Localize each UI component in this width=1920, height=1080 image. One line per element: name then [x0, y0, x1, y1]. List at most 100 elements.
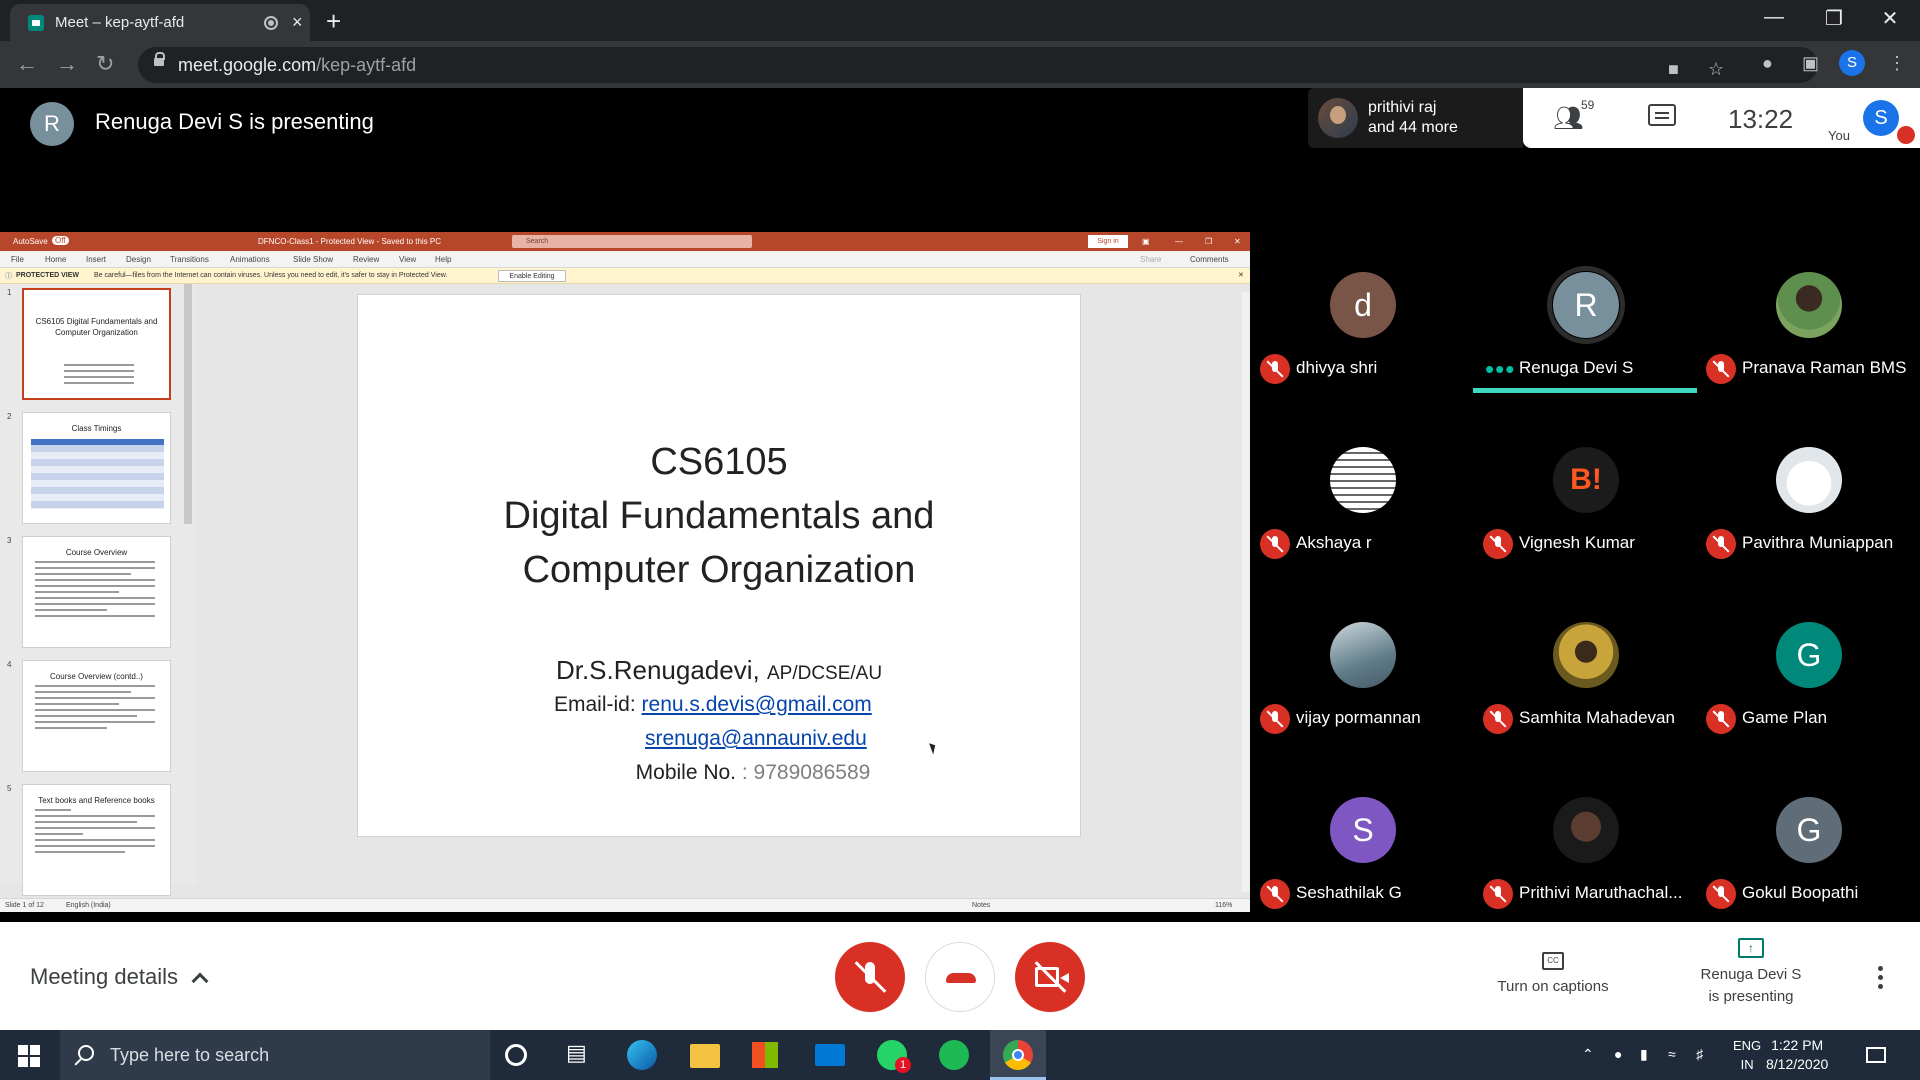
slide-thumbnail[interactable]: Text books and Reference books	[22, 784, 171, 896]
ppt-tab-home[interactable]: Home	[45, 255, 66, 264]
notes-button[interactable]: Notes	[972, 902, 990, 909]
back-icon[interactable]: ←	[16, 51, 38, 77]
ppt-tab-transitions[interactable]: Transitions	[170, 255, 209, 264]
tray-chevron-icon[interactable]: ⌃	[1582, 1046, 1594, 1063]
url-input[interactable]: meet.google.com/kep-aytf-afd ■ ☆	[138, 47, 1818, 83]
new-tab-button[interactable]: +	[326, 6, 341, 37]
mic-off-icon	[1706, 879, 1736, 909]
spotify-icon[interactable]	[939, 1040, 969, 1070]
participant-tile[interactable]: B! Vignesh Kumar	[1473, 397, 1697, 572]
ppt-sign-in-button[interactable]: Sign in	[1088, 235, 1128, 248]
ppt-tab-help[interactable]: Help	[435, 255, 451, 264]
more-options-icon[interactable]: •••	[1485, 354, 1515, 385]
ppt-tab-insert[interactable]: Insert	[86, 255, 106, 264]
ppt-comments-button[interactable]: Comments	[1190, 255, 1229, 264]
zoom-level[interactable]: 116%	[1215, 902, 1232, 909]
taskbar-search-input[interactable]: Type here to search	[60, 1030, 490, 1080]
system-clock[interactable]: 1:22 PM 8/12/2020	[1766, 1036, 1828, 1074]
cortana-icon[interactable]	[505, 1044, 527, 1066]
ppt-tab-animations[interactable]: Animations	[230, 255, 270, 264]
participant-name: Pavithra Muniappan	[1742, 533, 1894, 552]
slide-thumbnail[interactable]: Course Overview (contd..)	[22, 660, 171, 772]
browser-tab[interactable]: Meet – kep-aytf-afd ×	[10, 4, 310, 41]
participant-tile[interactable]: vijay pormannan	[1250, 572, 1474, 747]
more-options-icon[interactable]	[1878, 966, 1884, 993]
puzzle-icon[interactable]: ▣	[1802, 53, 1819, 74]
slide-thumbnail[interactable]: Class Timings	[22, 412, 171, 524]
mic-toggle-button[interactable]	[835, 942, 905, 1012]
ppt-close-icon[interactable]: ✕	[1234, 237, 1241, 246]
self-avatar[interactable]: S	[1863, 100, 1899, 136]
participant-tile[interactable]: G Gokul Boopathi	[1696, 747, 1920, 922]
profile-avatar[interactable]: S	[1839, 50, 1865, 76]
extension-icon[interactable]: ●	[1762, 53, 1773, 74]
participant-avatar	[1330, 447, 1396, 513]
mail-icon[interactable]	[815, 1044, 845, 1066]
ppt-search-input[interactable]: Search	[512, 235, 752, 248]
participant-tile[interactable]: G Game Plan	[1696, 572, 1920, 747]
file-explorer-icon[interactable]	[690, 1044, 720, 1068]
forward-icon[interactable]: →	[56, 51, 78, 77]
presentation-button[interactable]: ↑ Renuga Devi S is presenting	[1661, 938, 1841, 1008]
email-link[interactable]: srenuga@annauniv.edu	[645, 727, 867, 750]
tab-close-icon[interactable]: ×	[292, 12, 303, 33]
email-link[interactable]: renu.s.devis@gmail.com	[642, 693, 872, 716]
ppt-minimize-icon[interactable]: —	[1175, 237, 1183, 246]
thumb-text-lines	[35, 561, 155, 621]
ppt-tab-review[interactable]: Review	[353, 255, 379, 264]
bookmark-star-icon[interactable]: ☆	[1708, 59, 1724, 80]
participant-tile[interactable]: d dhivya shri	[1250, 222, 1474, 397]
window-close-icon[interactable]: ✕	[1870, 6, 1910, 31]
reload-icon[interactable]: ↻	[96, 51, 114, 77]
participant-tile[interactable]: Prithivi Maruthachal...	[1473, 747, 1697, 922]
captions-button[interactable]: CC Turn on captions	[1463, 952, 1643, 995]
protected-close-icon[interactable]: ✕	[1238, 271, 1244, 279]
participant-tile[interactable]: Pavithra Muniappan	[1696, 397, 1920, 572]
leave-call-button[interactable]	[925, 942, 995, 1012]
participant-tile[interactable]: R ••• Renuga Devi S	[1473, 222, 1697, 397]
task-view-icon[interactable]: ▤	[566, 1040, 596, 1070]
wifi-icon[interactable]: ≈	[1668, 1046, 1676, 1062]
camera-toggle-button[interactable]	[1015, 942, 1085, 1012]
store-icon[interactable]	[752, 1042, 778, 1068]
chat-icon[interactable]	[1648, 104, 1676, 126]
notifications-icon[interactable]	[1866, 1047, 1886, 1063]
battery-icon[interactable]: ▮	[1640, 1046, 1648, 1063]
ppt-tab-design[interactable]: Design	[126, 255, 151, 264]
ppt-restore-icon[interactable]: ❐	[1205, 237, 1212, 246]
slide-thumbnail[interactable]: CS6105 Digital Fundamentals and Computer…	[22, 288, 171, 400]
meeting-details-button[interactable]: Meeting details	[30, 964, 209, 990]
meet-favicon-icon	[28, 15, 44, 31]
chrome-taskbar-button[interactable]	[990, 1030, 1046, 1080]
windows-start-icon[interactable]	[18, 1045, 40, 1067]
present-screen-icon: ↑	[1738, 938, 1764, 958]
restore-icon[interactable]: ❐	[1814, 6, 1854, 31]
people-button[interactable]: 👥︎ 59	[1553, 98, 1594, 133]
enable-editing-button[interactable]: Enable Editing	[498, 270, 566, 282]
participant-tile[interactable]: Pranava Raman BMS	[1696, 222, 1920, 397]
ppt-share-button[interactable]: Share	[1140, 255, 1161, 264]
slide-thumbnail[interactable]: Course Overview	[22, 536, 171, 648]
ppt-tab-file[interactable]: File	[11, 255, 24, 264]
edge-icon[interactable]	[627, 1040, 657, 1070]
camera-icon[interactable]: ■	[1668, 59, 1679, 80]
autosave-toggle[interactable]: Off	[52, 236, 69, 245]
ppt-tab-view[interactable]: View	[399, 255, 416, 264]
minimize-icon[interactable]: —	[1754, 6, 1794, 29]
participant-avatar	[1776, 447, 1842, 513]
input-language[interactable]: ENG IN	[1733, 1036, 1761, 1074]
browser-menu-icon[interactable]: ⋮	[1888, 53, 1906, 74]
ppt-tab-slide-show[interactable]: Slide Show	[293, 255, 333, 264]
microphone-icon[interactable]: ●	[1614, 1046, 1622, 1062]
participant-name: Akshaya r	[1296, 533, 1372, 552]
ribbon-display-icon[interactable]: ▣	[1142, 237, 1150, 246]
participant-tile[interactable]: S Seshathilak G	[1250, 747, 1474, 922]
recent-joiners[interactable]: prithivi raj and 44 more	[1308, 88, 1523, 148]
people-count: 59	[1581, 98, 1595, 112]
volume-icon[interactable]: ♯	[1696, 1046, 1703, 1062]
thumb-title: Class Timings	[71, 424, 122, 433]
participant-tile[interactable]: Samhita Mahadevan	[1473, 572, 1697, 747]
participant-tile[interactable]: Akshaya r	[1250, 397, 1474, 572]
thumbnail-scrollbar[interactable]	[184, 284, 192, 524]
slide-scrollbar[interactable]	[1242, 292, 1250, 892]
